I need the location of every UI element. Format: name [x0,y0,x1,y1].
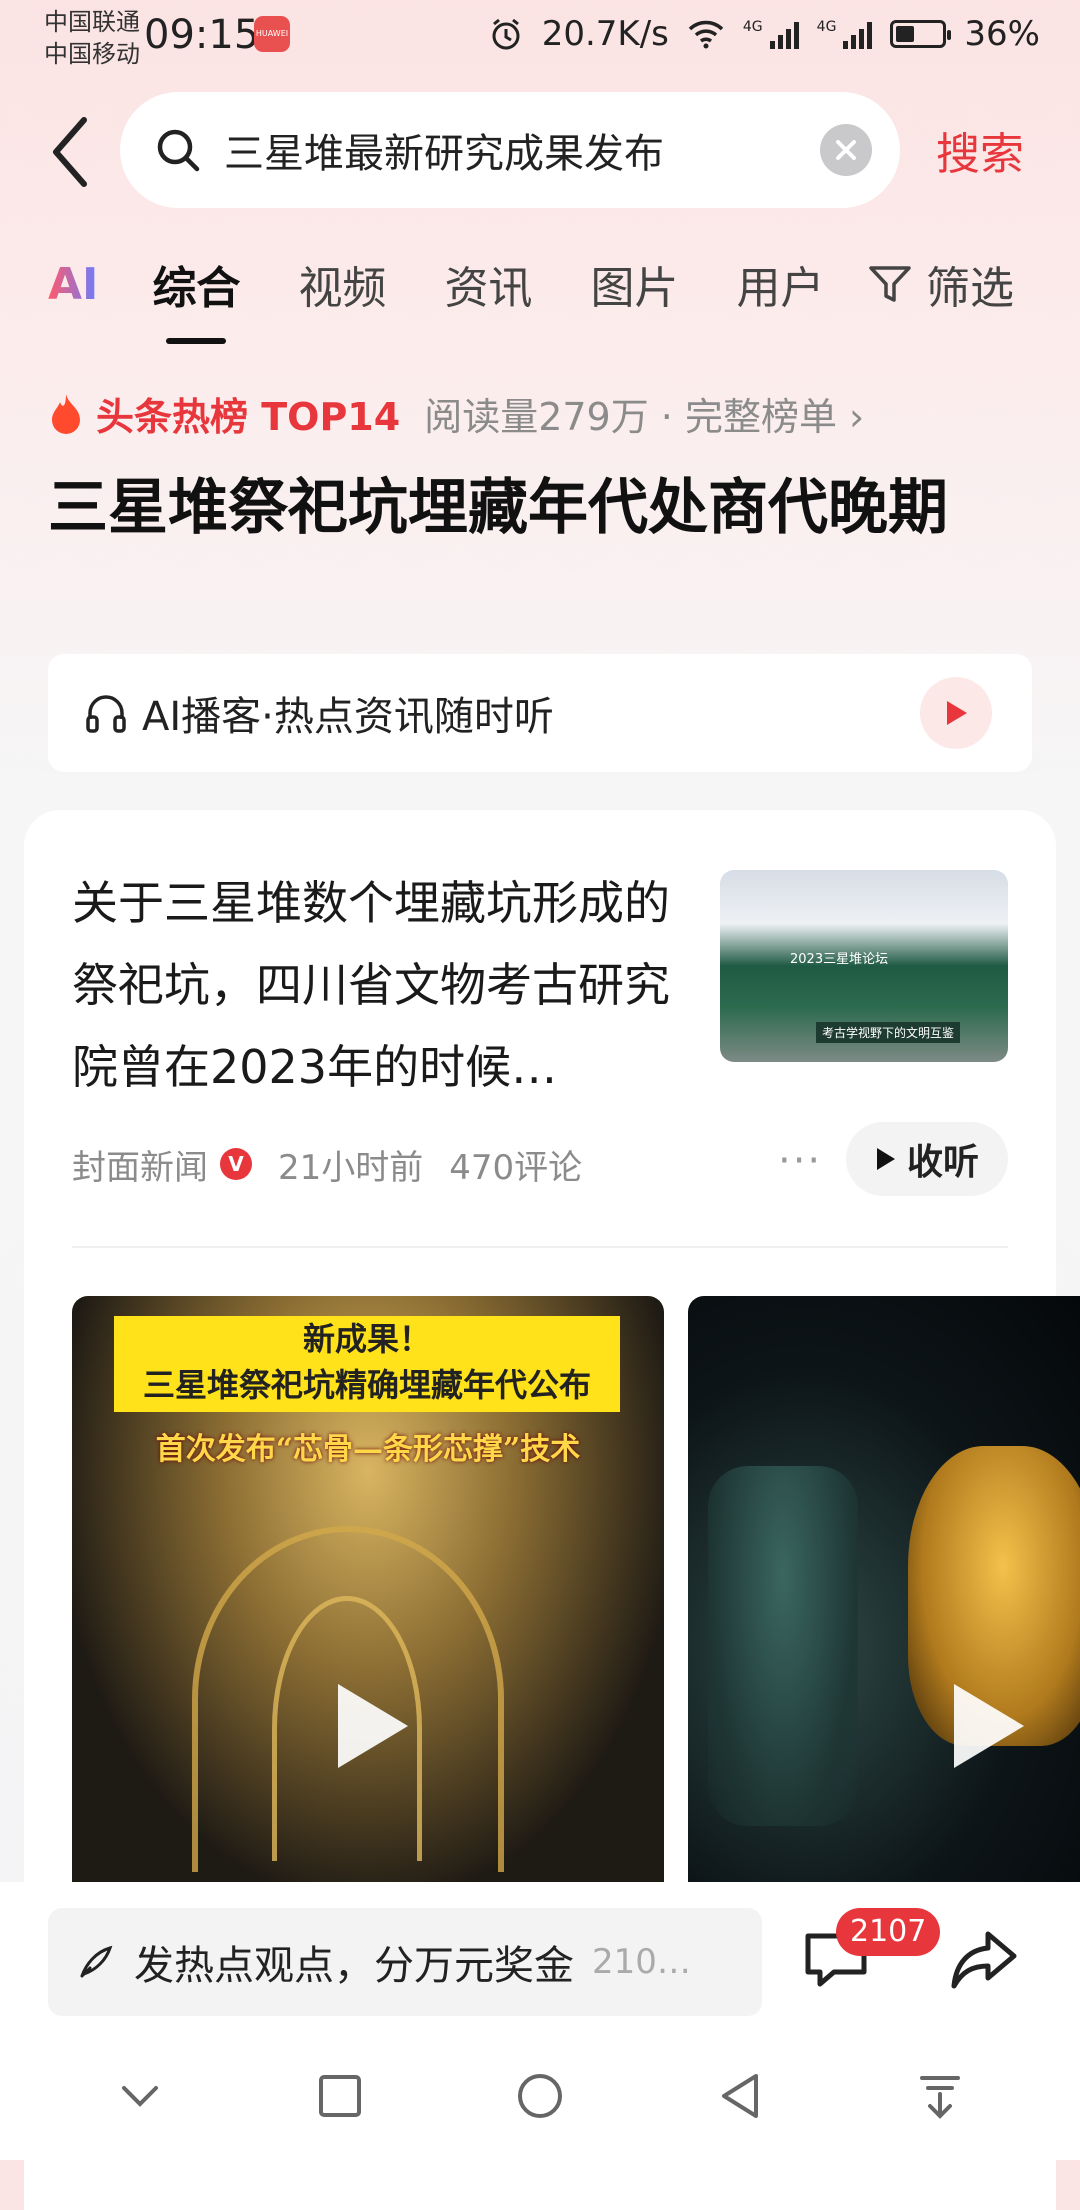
video-1-banner: 新成果！ 三星堆祭祀坑精确埋藏年代公布 [114,1316,620,1412]
flame-icon [52,393,80,434]
play-icon [876,1148,895,1170]
search-input[interactable]: 三星堆最新研究成果发布 [120,92,900,208]
chevron-down-icon [122,2086,158,2107]
page-title[interactable]: 三星堆祭祀坑埋藏年代处商代晚期 [48,462,1008,554]
carrier-2: 中国移动 [44,40,140,68]
thumbnail-stage-title: 2023三星堆论坛 [790,952,889,967]
hot-rank-meta[interactable]: 阅读量279万 · 完整榜单 › [424,386,864,441]
divider [72,1246,1008,1248]
nav-back-button[interactable] [710,2066,770,2126]
thumbnail-stage-subtitle: 考古学视野下的文明互鉴 [816,1022,961,1043]
bronze-figure-graphic [708,1466,858,1826]
article-comments: 470评论 [449,1147,583,1188]
podcast-label: AI播客·热点资讯随时听 [142,694,554,740]
net-speed: 20.7K/s [541,14,669,54]
video-card-1[interactable]: 新成果！ 三星堆祭祀坑精确埋藏年代公布 首次发布“芯骨—条形芯撑”技术 [72,1296,664,1882]
filter-label: 筛选 [926,263,1014,314]
wifi-icon [688,20,724,49]
back-button[interactable] [46,112,96,192]
nav-collapse-button[interactable] [110,2066,170,2126]
triangle-back-icon [722,2074,758,2118]
signal-1-icon: 4G [743,19,799,49]
play-icon [947,701,967,725]
signal-2-icon: 4G [817,19,873,49]
listen-label: 收听 [906,1142,979,1183]
video-1-banner-line1: 新成果！ [302,1320,431,1358]
article-time: 21小时前 [278,1147,424,1188]
tab-news[interactable]: 资讯 [444,252,532,316]
tab-images[interactable]: 图片 [590,252,678,316]
comment-count-badge: 2107 [836,1908,941,1956]
search-query[interactable]: 三星堆最新研究成果发布 [224,121,820,179]
ai-podcast-bar[interactable]: AI播客·热点资讯随时听 [48,654,1032,772]
hot-rank-row[interactable]: 头条热榜 TOP14 阅读量279万 · 完整榜单 › [46,386,864,441]
pull-down-icon [920,2076,960,2119]
podcast-play-button[interactable] [920,677,992,749]
system-nav-bar [0,2032,1080,2160]
chevron-left-icon [53,117,87,187]
nav-notification-button[interactable] [910,2066,970,2126]
status-right: 20.7K/s 4G 4G 36% [488,14,1040,54]
status-time: 09:15 [144,12,260,58]
comment-count-preview: 210… [592,1942,691,1982]
battery-icon [890,20,952,48]
listen-button[interactable]: 收听 [846,1122,1008,1196]
article-thumbnail[interactable]: 2023三星堆论坛 考古学视野下的文明互鉴 [720,870,1008,1062]
carrier-labels: 中国联通 中国移动 [44,6,140,70]
share-icon[interactable] [948,1924,1020,1996]
hot-rank-title: 头条热榜 TOP14 [96,395,401,439]
nav-recents-button[interactable] [310,2066,370,2126]
search-icon [157,129,200,172]
nav-home-button[interactable] [510,2066,570,2126]
clear-search-button[interactable] [820,124,872,176]
circle-icon [518,2074,562,2118]
alarm-icon [492,18,520,50]
pen-icon [80,1945,113,1978]
video-play-icon[interactable] [338,1684,408,1768]
tab-video[interactable]: 视频 [298,252,386,316]
video-play-icon[interactable] [954,1684,1024,1768]
video-1-banner-line2: 三星堆祭祀坑精确埋藏年代公布 [142,1366,591,1404]
tab-ai[interactable]: AI [48,259,98,310]
article-source[interactable]: 封面新闻 [72,1140,208,1189]
article-title[interactable]: 关于三星堆数个埋藏坑形成的祭祀坑，四川省文物考古研究院曾在2023年的时候… [72,862,672,1108]
filter-icon [869,266,911,302]
more-options-icon[interactable]: ··· [778,1138,822,1184]
filter-button[interactable]: 筛选 [868,252,1014,316]
search-button[interactable]: 搜索 [936,118,1024,182]
square-icon [319,2075,361,2117]
headphones-icon [86,695,126,733]
comment-input[interactable]: 发热点观点，分万元奖金 210… [48,1908,762,2016]
huawei-app-icon: HUAWEI [254,16,290,52]
verified-badge: V [220,1148,252,1180]
battery-percent: 36% [964,14,1040,54]
result-tabs: AI 综合 视频 资讯 图片 用户 [48,252,882,344]
tab-users[interactable]: 用户 [736,252,824,316]
tab-all[interactable]: 综合 [152,252,240,344]
video-card-2[interactable] [688,1296,1080,1882]
comment-placeholder: 发热点观点，分万元奖金 [134,1943,574,1989]
close-icon [836,140,856,160]
carrier-1: 中国联通 [44,8,140,36]
video-1-subtitle: 首次发布“芯骨—条形芯撑”技术 [155,1432,581,1467]
